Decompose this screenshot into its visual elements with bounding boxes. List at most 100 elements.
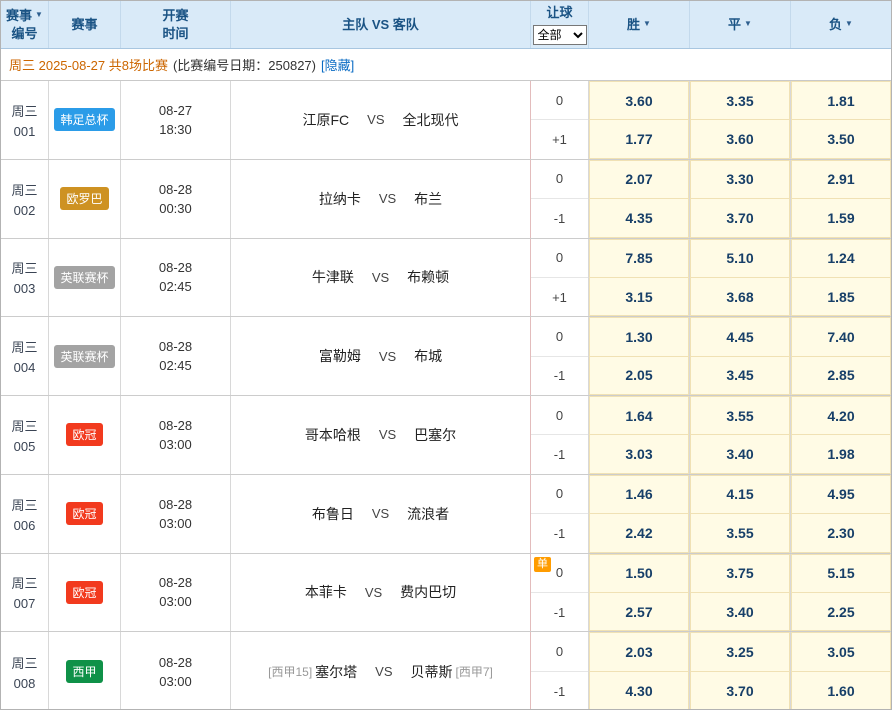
match-day-summary: 周三 2025-08-27 共8场比赛 — [9, 55, 168, 74]
league-badge[interactable]: 欧冠 — [66, 502, 102, 525]
vs-label: VS — [379, 427, 396, 442]
time-cell: 08-28 03:00 — [121, 632, 231, 710]
win-odds-bottom: 4.35 — [589, 198, 689, 237]
league-cell: 英联赛杯 — [49, 317, 121, 395]
match-day: 周三 — [11, 258, 37, 277]
lose-odds-bottom: 2.85 — [791, 356, 891, 395]
match-id-cell: 周三 004 — [1, 317, 49, 395]
sort-arrow-icon[interactable]: ▼ — [35, 10, 43, 21]
match-number: 008 — [14, 676, 36, 691]
match-row: 周三 002 欧罗巴 08-28 00:30 拉纳卡 VS 布兰 单 0 -1 — [1, 160, 891, 239]
match-number: 001 — [14, 124, 36, 139]
handicap-cell: 单 0 +1 — [531, 239, 589, 317]
match-date: 08-27 — [159, 103, 192, 118]
win-odds-cell: 1.30 2.05 — [589, 317, 690, 395]
win-odds-cell: 1.46 2.42 — [589, 475, 690, 553]
match-number: 006 — [14, 518, 36, 533]
match-id-cell: 周三 003 — [1, 239, 49, 317]
handicap-bottom: -1 — [531, 434, 588, 473]
home-team: 塞尔塔 — [315, 662, 357, 682]
match-row: 周三 006 欧冠 08-28 03:00 布鲁日 VS 流浪者 单 0 -1 — [1, 475, 891, 554]
draw-odds-cell: 3.75 3.40 — [690, 554, 791, 632]
league-badge[interactable]: 欧冠 — [66, 423, 102, 446]
match-time: 02:45 — [159, 358, 192, 373]
league-badge[interactable]: 欧冠 — [66, 581, 102, 604]
match-day: 周三 — [11, 573, 37, 592]
lose-odds-bottom: 2.30 — [791, 513, 891, 552]
match-number: 002 — [14, 203, 36, 218]
handicap-bottom: +1 — [531, 277, 588, 316]
win-odds-top: 1.30 — [589, 317, 689, 356]
match-row: 周三 001 韩足总杯 08-27 18:30 江原FC VS 全北现代 单 0… — [1, 81, 891, 160]
handicap-value-top: 0 — [556, 408, 563, 423]
header-lose: 负 ▼ — [791, 1, 891, 48]
league-badge[interactable]: 英联赛杯 — [54, 345, 114, 368]
vs-label: VS — [379, 349, 396, 364]
league-cell: 西甲 — [49, 632, 121, 710]
draw-odds-top: 3.35 — [690, 81, 790, 120]
header-start-time-label2: 时间 — [162, 25, 188, 43]
match-row: 周三 007 欧冠 08-28 03:00 本菲卡 VS 费内巴切 单 0 -1 — [1, 554, 891, 633]
match-time: 03:00 — [159, 437, 192, 452]
home-team: 牛津联 — [312, 267, 354, 287]
teams-cell: 富勒姆 VS 布城 — [231, 317, 531, 395]
header-match-number: 赛事 ▼ 编号 — [1, 1, 49, 48]
handicap-bottom: +1 — [531, 119, 588, 158]
lose-odds-top: 3.05 — [791, 632, 891, 672]
vs-label: VS — [367, 112, 384, 127]
sort-arrow-icon[interactable]: ▼ — [845, 19, 853, 30]
lose-odds-top: 4.20 — [791, 396, 891, 435]
draw-odds-bottom: 3.45 — [690, 356, 790, 395]
league-badge[interactable]: 英联赛杯 — [54, 266, 114, 289]
lose-odds-bottom: 2.25 — [791, 592, 891, 631]
win-odds-bottom: 2.05 — [589, 356, 689, 395]
away-team: 布赖顿 — [407, 267, 449, 287]
handicap-filter-select[interactable]: 全部 — [533, 25, 587, 45]
match-id-cell: 周三 008 — [1, 632, 49, 710]
teams-cell: [西甲15] 塞尔塔 VS 贝蒂斯 [西甲7] — [231, 632, 531, 710]
away-team: 贝蒂斯 — [411, 662, 453, 682]
league-badge[interactable]: 欧罗巴 — [60, 187, 108, 210]
match-date: 08-28 — [159, 655, 192, 670]
league-cell: 欧冠 — [49, 475, 121, 553]
teams-cell: 江原FC VS 全北现代 — [231, 81, 531, 159]
handicap-value-bottom: -1 — [554, 684, 566, 699]
home-team: 富勒姆 — [319, 346, 361, 366]
date-summary-bar: 周三 2025-08-27 共8场比赛 (比赛编号日期：250827) [隐藏] — [1, 49, 891, 81]
handicap-bottom: -1 — [531, 198, 588, 237]
sort-arrow-icon[interactable]: ▼ — [744, 19, 752, 30]
handicap-top: 单 0 — [531, 317, 588, 355]
header-handicap-label: 让球 — [546, 4, 572, 22]
win-odds-top: 2.03 — [589, 632, 689, 672]
win-odds-cell: 2.03 4.30 — [589, 632, 690, 710]
draw-odds-bottom: 3.40 — [690, 434, 790, 473]
handicap-bottom: -1 — [531, 513, 588, 552]
league-badge[interactable]: 韩足总杯 — [54, 108, 114, 131]
match-day: 周三 — [11, 180, 37, 199]
match-day: 周三 — [11, 416, 37, 435]
handicap-value-top: 0 — [556, 171, 563, 186]
time-cell: 08-28 02:45 — [121, 317, 231, 395]
lose-odds-bottom: 1.85 — [791, 277, 891, 316]
header-win-label: 胜 — [627, 16, 640, 34]
home-rank: [西甲15] — [268, 663, 312, 680]
match-row: 周三 005 欧冠 08-28 03:00 哥本哈根 VS 巴塞尔 单 0 -1 — [1, 396, 891, 475]
handicap-cell: 单 0 -1 — [531, 396, 589, 474]
header-match-number-label1: 赛事 — [6, 7, 32, 25]
lose-odds-top: 2.91 — [791, 160, 891, 199]
teams-cell: 牛津联 VS 布赖顿 — [231, 239, 531, 317]
handicap-top: 单 0 — [531, 81, 588, 119]
handicap-value-bottom: -1 — [554, 447, 566, 462]
lose-odds-top: 1.81 — [791, 81, 891, 120]
draw-odds-top: 4.15 — [690, 475, 790, 514]
draw-odds-top: 3.30 — [690, 160, 790, 199]
handicap-top: 单 0 — [531, 160, 588, 198]
sort-arrow-icon[interactable]: ▼ — [643, 19, 651, 30]
hide-link[interactable]: [隐藏] — [321, 55, 354, 74]
vs-label: VS — [379, 191, 396, 206]
draw-odds-top: 4.45 — [690, 317, 790, 356]
lose-odds-cell: 1.81 3.50 — [791, 81, 891, 159]
league-badge[interactable]: 西甲 — [66, 660, 102, 683]
handicap-value-top: 0 — [556, 565, 563, 580]
header-teams: 主队 VS 客队 — [231, 1, 531, 48]
